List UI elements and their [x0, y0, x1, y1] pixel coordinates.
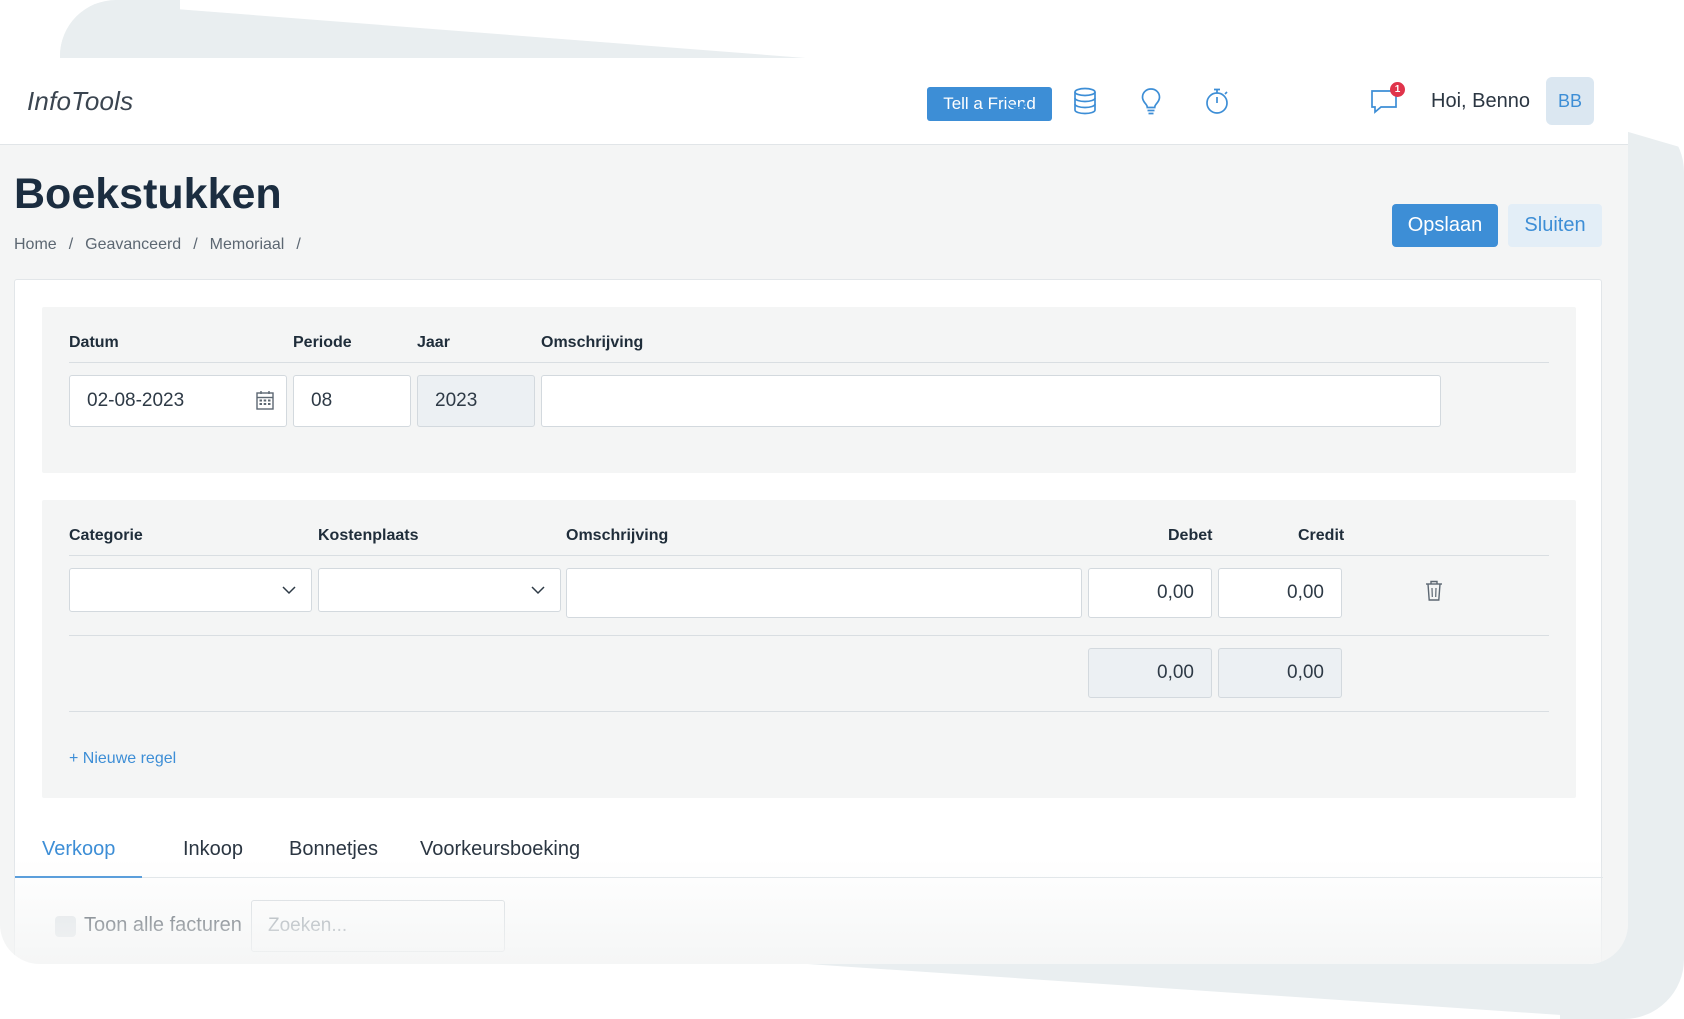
lightbulb-icon[interactable]: [1134, 84, 1168, 118]
credit-total-value: 0,00: [1287, 662, 1324, 683]
tab-inkoop[interactable]: Inkoop: [156, 820, 270, 878]
breadcrumb-geavanceerd[interactable]: Geavanceerd: [85, 236, 181, 254]
chevron-down-icon: [531, 586, 545, 595]
categorie-select[interactable]: [69, 568, 312, 612]
top-navigation-bar: InfoTools Tell a Friend 1 Hoi, Benno BB: [0, 58, 1628, 145]
line-omschrijving-field[interactable]: [566, 568, 1082, 618]
kostenplaats-label: Kostenplaats: [318, 527, 419, 544]
page-title: Boekstukken: [14, 170, 282, 218]
divider: [69, 711, 1549, 712]
breadcrumb-separator: /: [193, 236, 198, 253]
tab-bonnetjes[interactable]: Bonnetjes: [262, 820, 405, 878]
close-button[interactable]: Sluiten: [1508, 204, 1602, 247]
categorie-label: Categorie: [69, 527, 143, 544]
breadcrumb-separator: /: [68, 236, 74, 253]
periode-label: Periode: [293, 334, 352, 351]
booking-lines-section: Categorie Kostenplaats Omschrijving Debe…: [42, 500, 1576, 798]
screen: InfoTools Tell a Friend 1 Hoi, Benno BB …: [0, 0, 1684, 1019]
kostenplaats-select[interactable]: [318, 568, 561, 612]
debet-label: Debet: [1168, 527, 1213, 544]
periode-field[interactable]: 08: [293, 375, 411, 427]
stopwatch-icon[interactable]: [1200, 84, 1234, 118]
credit-field[interactable]: 0,00: [1218, 568, 1342, 618]
user-greeting: Hoi, Benno: [1431, 90, 1530, 112]
jaar-label: Jaar: [417, 334, 450, 351]
datum-field[interactable]: 02-08-2023: [69, 375, 287, 427]
debet-total-field: 0,00: [1088, 648, 1212, 698]
debet-total-value: 0,00: [1157, 662, 1194, 683]
notification-badge: 1: [1390, 82, 1405, 97]
user-avatar[interactable]: BB: [1546, 77, 1594, 125]
app-window: InfoTools Tell a Friend 1 Hoi, Benno BB …: [0, 58, 1628, 964]
datum-label: Datum: [69, 334, 119, 351]
chevron-down-icon: [282, 586, 296, 595]
tab-verkoop[interactable]: Verkoop: [15, 820, 143, 878]
search-input[interactable]: [251, 900, 505, 952]
omschrijving-label: Omschrijving: [541, 334, 644, 351]
save-button[interactable]: Opslaan: [1392, 204, 1498, 247]
breadcrumb-separator: /: [296, 236, 301, 253]
divider: [69, 362, 1549, 363]
line-omschrijving-label: Omschrijving: [566, 527, 669, 544]
trash-icon[interactable]: [1425, 580, 1443, 602]
search-icon[interactable]: [1002, 84, 1036, 118]
breadcrumb: Home / Geavanceerd / Memoriaal /: [14, 236, 301, 254]
breadcrumb-home[interactable]: Home: [14, 236, 57, 254]
calendar-icon[interactable]: [256, 390, 274, 410]
credit-total-field: 0,00: [1218, 648, 1342, 698]
main-card: Datum Periode Jaar Omschrijving 02-08-20…: [14, 279, 1603, 964]
jaar-value: 2023: [435, 390, 478, 411]
credit-value: 0,00: [1287, 582, 1324, 603]
breadcrumb-memoriaal[interactable]: Memoriaal: [210, 236, 285, 254]
tab-bar: Verkoop Inkoop Bonnetjes Voorkeursboekin…: [15, 820, 1603, 878]
jaar-field: 2023: [417, 375, 535, 427]
periode-value: 08: [311, 390, 333, 411]
database-icon[interactable]: [1068, 84, 1102, 118]
omschrijving-field[interactable]: [541, 375, 1441, 427]
debet-value: 0,00: [1157, 582, 1194, 603]
new-line-link[interactable]: + Nieuwe regel: [69, 750, 176, 768]
show-all-invoices-label[interactable]: Toon alle facturen: [84, 914, 242, 937]
header-form-section: Datum Periode Jaar Omschrijving 02-08-20…: [42, 307, 1576, 473]
tab-voorkeursboeking[interactable]: Voorkeursboeking: [393, 820, 607, 878]
divider: [69, 555, 1549, 556]
datum-value: 02-08-2023: [87, 390, 185, 411]
credit-label: Credit: [1298, 527, 1345, 544]
debet-field[interactable]: 0,00: [1088, 568, 1212, 618]
divider: [69, 635, 1549, 636]
app-logo[interactable]: InfoTools: [27, 86, 133, 117]
show-all-invoices-checkbox[interactable]: [55, 916, 76, 937]
